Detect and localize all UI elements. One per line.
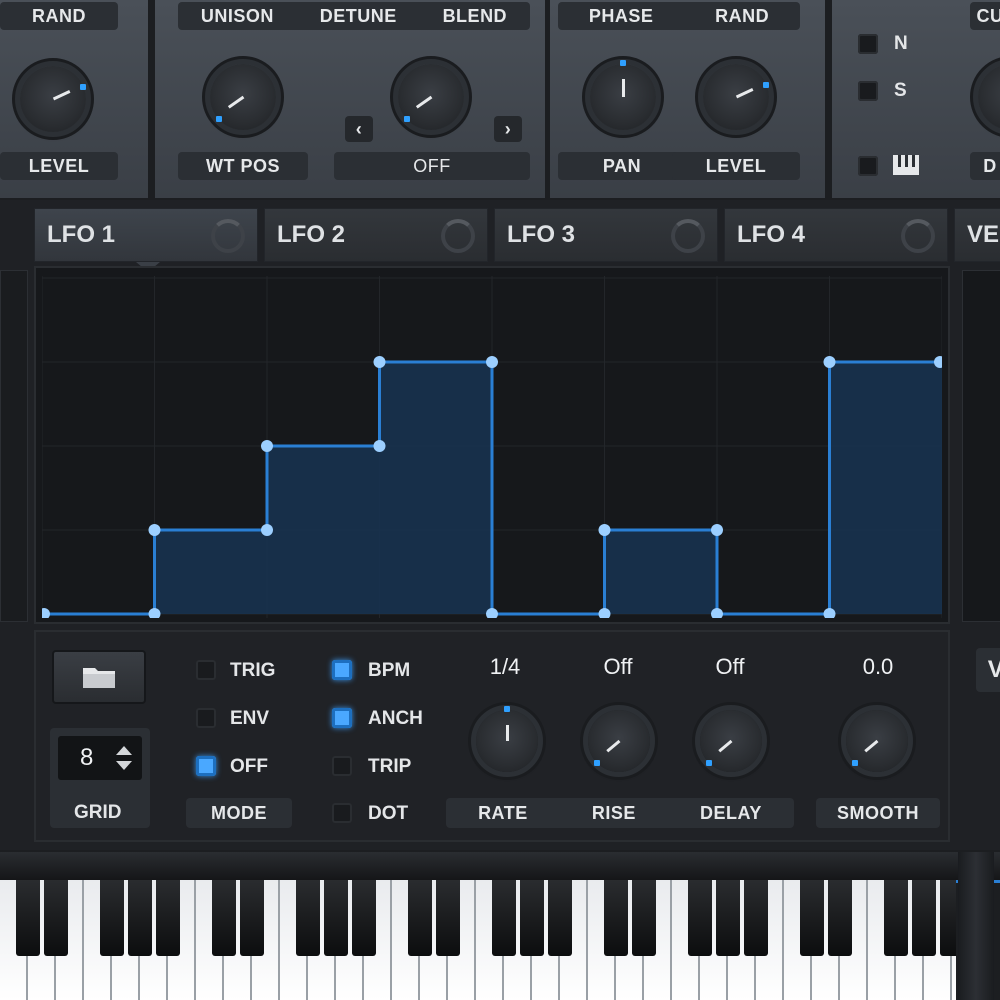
black-key[interactable] [16,880,40,956]
black-key[interactable] [744,880,768,956]
d-label: D [970,152,1000,180]
black-key[interactable] [492,880,516,956]
keyboard-scroll-handle[interactable] [958,852,994,1000]
black-key[interactable] [324,880,348,956]
black-key[interactable] [128,880,152,956]
right-v-button[interactable]: V [976,648,1000,692]
tab-velocity-label: VE [967,221,1000,248]
black-key[interactable] [240,880,264,956]
black-key[interactable] [436,880,460,956]
right-edge-graph [962,270,1000,622]
black-key[interactable] [800,880,824,956]
black-key[interactable] [352,880,376,956]
black-key[interactable] [520,880,544,956]
black-key[interactable] [884,880,908,956]
black-key[interactable] [548,880,572,956]
keyboard[interactable] [0,0,956,1000]
black-key[interactable] [408,880,432,956]
right-edge-knob[interactable] [970,56,1000,138]
black-key[interactable] [212,880,236,956]
black-key[interactable] [632,880,656,956]
black-key[interactable] [940,880,956,956]
tab-velocity[interactable]: VE [954,208,1000,262]
black-key[interactable] [828,880,852,956]
black-key[interactable] [912,880,936,956]
black-key[interactable] [100,880,124,956]
black-key[interactable] [296,880,320,956]
black-key[interactable] [716,880,740,956]
black-key[interactable] [604,880,628,956]
cu-label: CU [970,2,1000,30]
black-key[interactable] [44,880,68,956]
black-key[interactable] [688,880,712,956]
black-key[interactable] [156,880,180,956]
